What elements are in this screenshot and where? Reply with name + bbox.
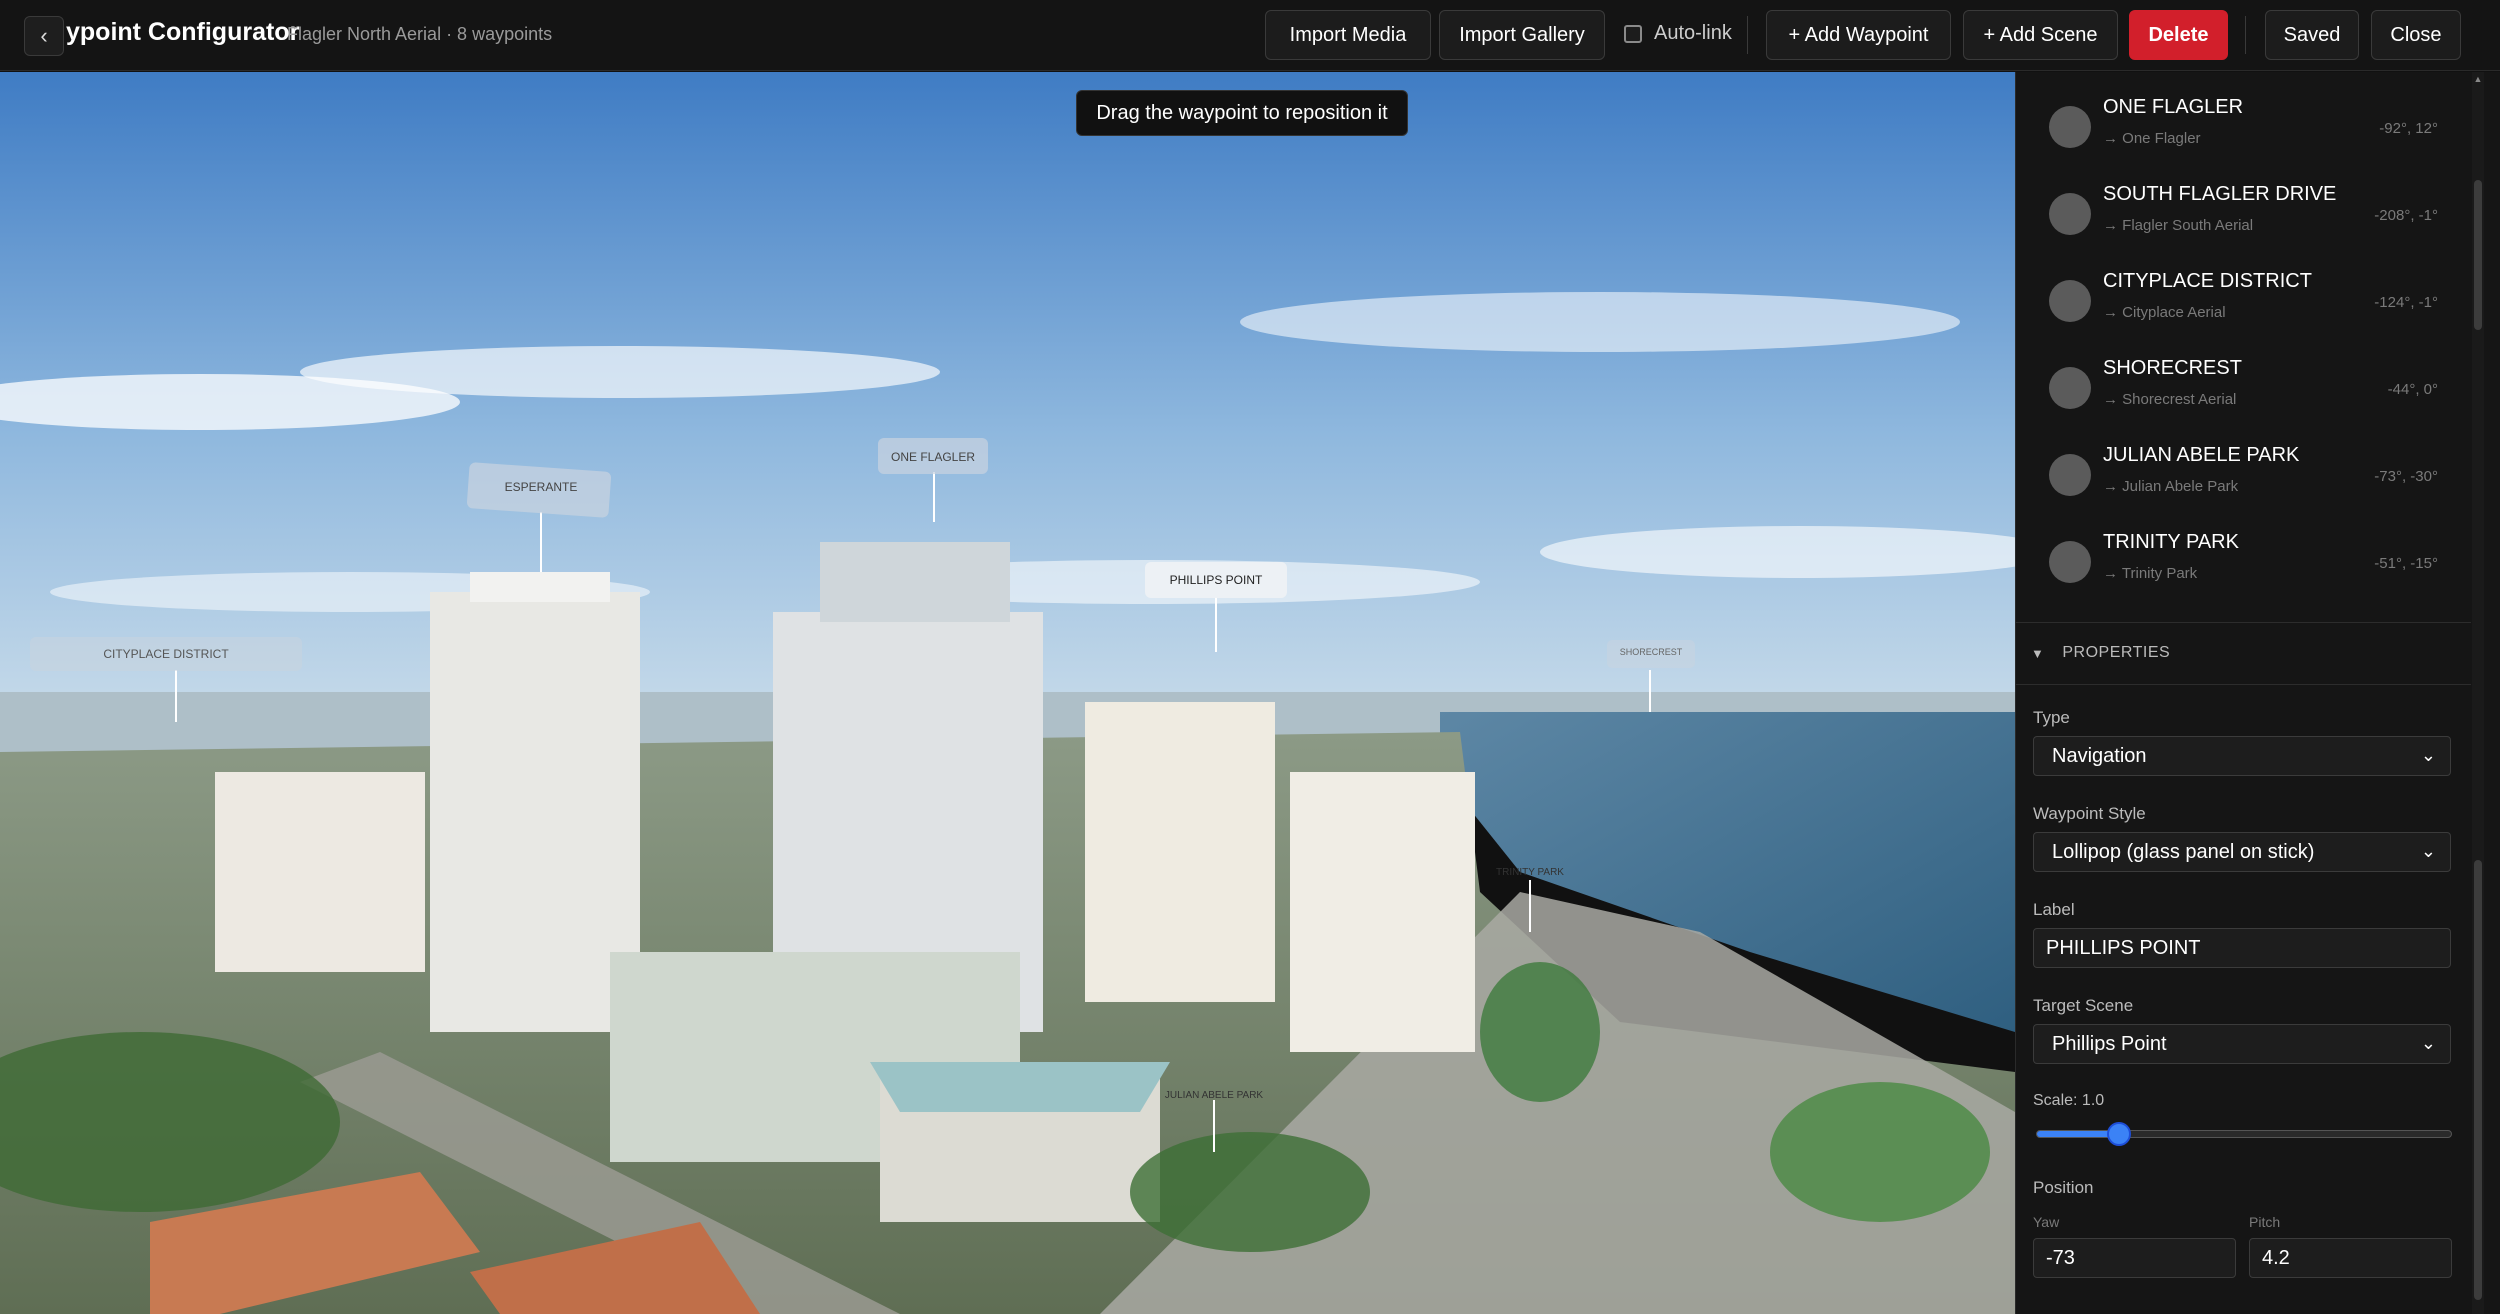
delete-button[interactable]: Delete [2129, 10, 2228, 60]
label-input[interactable]: PHILLIPS POINT [2033, 928, 2451, 968]
waypoint-thumbnail [2049, 367, 2091, 409]
target-scene-value: Phillips Point [2052, 1032, 2167, 1055]
waypoint-thumbnail [2049, 193, 2091, 235]
target-scene-label: Target Scene [2033, 996, 2134, 1015]
waypoint-marker-shorecrest[interactable]: SHORECREST [1607, 647, 1695, 657]
add-waypoint-button[interactable]: + Add Waypoint [1766, 10, 1951, 60]
waypoint-thumbnail [2049, 454, 2091, 496]
waypoint-thumbnail [2049, 106, 2091, 148]
panel-scrollbar-thumb[interactable] [2474, 180, 2482, 330]
waypoint-target: → Cityplace Aerial [2103, 304, 2226, 321]
properties-section-header[interactable]: ▼ PROPERTIES [2031, 644, 2170, 662]
toolbar-divider [2245, 16, 2246, 54]
waypoint-coords: -44°, 0° [2387, 381, 2438, 398]
toolbar-divider [1747, 16, 1748, 54]
waypoint-list-item[interactable]: TRINITY PARK → Trinity Park -51°, -15° [2016, 525, 2466, 612]
saved-button[interactable]: Saved [2265, 10, 2359, 60]
waypoint-coords: -92°, 12° [2379, 120, 2438, 137]
type-label: Type [2033, 708, 2070, 727]
waypoint-list-item[interactable]: ONE FLAGLER → One Flagler -92°, 12° [2016, 90, 2466, 177]
auto-link-toggle[interactable]: Auto-link [1624, 22, 1732, 45]
scene-subtitle: Flagler North Aerial · 8 waypoints [287, 24, 553, 44]
yaw-label: Yaw [2033, 1214, 2060, 1230]
waypoint-style-label: Waypoint Style [2033, 804, 2146, 823]
import-gallery-button[interactable]: Import Gallery [1439, 10, 1605, 60]
waypoint-marker-trinity-park[interactable]: TRINITY PARK [1490, 867, 1570, 878]
waypoint-name: CITYPLACE DISTRICT [2103, 270, 2312, 292]
section-divider [2016, 622, 2471, 623]
scale-slider[interactable] [2036, 1130, 2452, 1138]
waypoint-name: SHORECREST [2103, 357, 2242, 379]
pitch-input[interactable]: 4.2 [2249, 1238, 2452, 1278]
position-label: Position [2033, 1178, 2094, 1197]
waypoint-style-select[interactable]: Lollipop (glass panel on stick) ⌄ [2033, 832, 2451, 872]
waypoint-thumbnail [2049, 541, 2091, 583]
waypoint-coords: -51°, -15° [2374, 555, 2438, 572]
scale-label: Scale: 1.0 [2033, 1092, 2105, 1109]
chevron-down-icon: ⌄ [2420, 745, 2436, 765]
type-select[interactable]: Navigation ⌄ [2033, 736, 2451, 776]
waypoint-target: → Julian Abele Park [2103, 478, 2239, 495]
waypoint-target: → Shorecrest Aerial [2103, 391, 2237, 408]
waypoint-thumbnail [2049, 280, 2091, 322]
chevron-down-icon: ⌄ [2420, 1033, 2436, 1053]
waypoint-marker-one-flagler[interactable]: ONE FLAGLER [878, 450, 988, 464]
waypoint-name: ONE FLAGLER [2103, 96, 2244, 118]
waypoint-list-item[interactable]: CITYPLACE DISTRICT → Cityplace Aerial -1… [2016, 264, 2466, 351]
panorama-viewer[interactable]: ESPERANTE ONE FLAGLER PHILLIPS POINT CIT… [0, 72, 2015, 1314]
waypoint-coords: -124°, -1° [2374, 294, 2438, 311]
pitch-label: Pitch [2249, 1214, 2281, 1230]
close-button[interactable]: Close [2371, 10, 2461, 60]
waypoint-name: TRINITY PARK [2103, 531, 2239, 553]
import-media-button[interactable]: Import Media [1265, 10, 1431, 60]
waypoint-list-item[interactable]: SHORECREST → Shorecrest Aerial -44°, 0° [2016, 351, 2466, 438]
aerial-city-scene [0, 72, 2015, 1314]
properties-panel: ONE FLAGLER → One Flagler -92°, 12° SOUT… [2015, 72, 2500, 1314]
waypoint-list-item[interactable]: JULIAN ABELE PARK → Julian Abele Park -7… [2016, 438, 2466, 525]
waypoint-style-value: Lollipop (glass panel on stick) [2052, 840, 2315, 863]
chevron-down-icon: ⌄ [2420, 841, 2436, 861]
waypoint-target: → Flagler South Aerial [2103, 217, 2254, 234]
target-scene-select[interactable]: Phillips Point ⌄ [2033, 1024, 2451, 1064]
collapse-triangle-icon: ▼ [2031, 645, 2045, 661]
waypoint-target: → One Flagler [2103, 130, 2201, 147]
waypoint-name: JULIAN ABELE PARK [2103, 444, 2300, 466]
waypoint-list-item[interactable]: SOUTH FLAGLER DRIVE → Flagler South Aeri… [2016, 177, 2466, 264]
waypoint-marker-julian-abele-park[interactable]: JULIAN ABELE PARK [1164, 1090, 1264, 1101]
scroll-up-arrow-icon[interactable]: ▲ [2472, 74, 2484, 88]
scale-slider-thumb[interactable] [2107, 1122, 2132, 1146]
top-bar: ‹ ypoint Configurator Flagler North Aeri… [0, 0, 2500, 71]
waypoint-target: → Trinity Park [2103, 565, 2198, 582]
section-divider [2016, 684, 2471, 685]
panel-scrollbar-thumb[interactable] [2474, 860, 2482, 1300]
waypoint-name: SOUTH FLAGLER DRIVE [2103, 183, 2337, 205]
chevron-left-icon: ‹ [40, 23, 48, 48]
yaw-input[interactable]: -73 [2033, 1238, 2236, 1278]
waypoint-marker-cityplace[interactable]: CITYPLACE DISTRICT [30, 647, 302, 661]
label-field-label: Label [2033, 900, 2075, 919]
properties-heading: PROPERTIES [2062, 644, 2171, 661]
waypoint-coords: -208°, -1° [2374, 207, 2438, 224]
waypoint-coords: -73°, -30° [2374, 468, 2438, 485]
waypoint-marker-phillips-point[interactable]: PHILLIPS POINT [1145, 573, 1287, 587]
auto-link-checkbox[interactable] [1624, 24, 1642, 43]
app-title: ypoint Configurator [66, 18, 300, 46]
back-button[interactable]: ‹ [24, 16, 64, 56]
waypoint-marker-esperante[interactable]: ESPERANTE [468, 480, 614, 494]
drag-hint-tooltip: Drag the waypoint to reposition it [1076, 90, 1408, 136]
add-scene-button[interactable]: + Add Scene [1963, 10, 2118, 60]
type-select-value: Navigation [2052, 744, 2147, 767]
auto-link-label: Auto-link [1654, 22, 1732, 44]
